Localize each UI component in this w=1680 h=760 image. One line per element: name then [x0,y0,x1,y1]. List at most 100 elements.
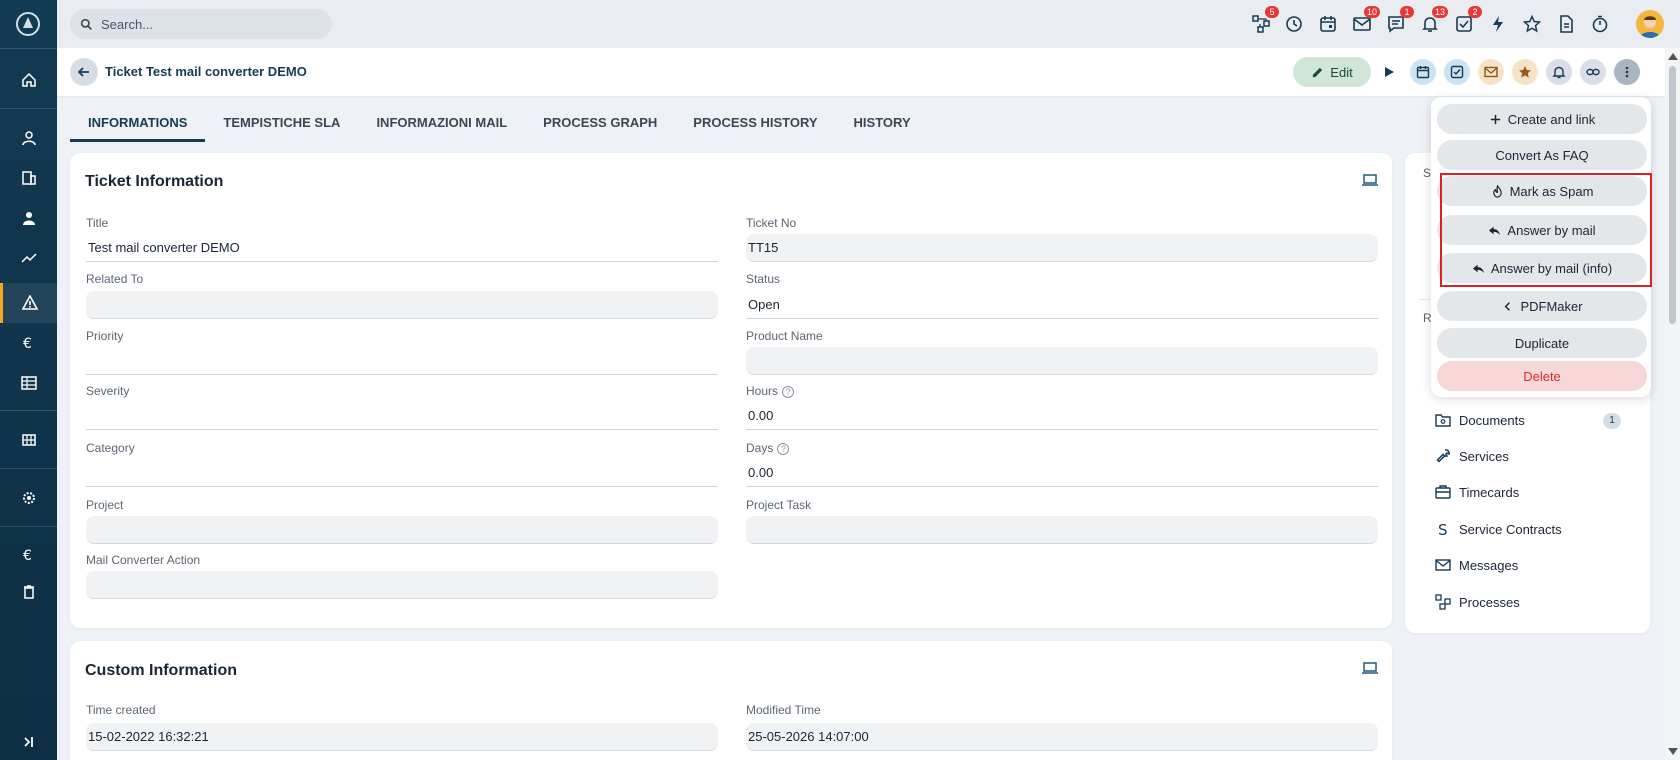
star-icon [1519,66,1531,78]
processes-button[interactable]: 5 [1249,6,1279,36]
menu-label: Delete [1523,368,1561,384]
tab-process-graph[interactable]: PROCESS GRAPH [525,104,675,142]
follow-button[interactable] [1546,59,1572,85]
pdfmaker-button[interactable]: PDFMaker [1437,291,1647,321]
envelope-icon [1484,66,1498,78]
convert-as-faq-button[interactable]: Convert As FAQ [1437,140,1647,170]
sidebar-item-leads[interactable] [0,198,57,238]
notifications-button[interactable]: 13 [1418,6,1448,36]
field-label-days: Days? [746,441,790,455]
field-priority[interactable] [86,347,718,375]
field-days[interactable]: 0.00 [746,459,1378,487]
euro-icon: € [23,548,32,563]
related-label: Service Contracts [1459,521,1562,537]
tab-informazioni-mail[interactable]: INFORMAZIONI MAIL [358,104,525,142]
more-actions-button[interactable] [1614,59,1640,85]
related-services[interactable]: Services [1435,445,1509,467]
field-modified-time[interactable]: 25-05-2026 14:07:00 [746,723,1378,751]
add-task-button[interactable] [1444,59,1470,85]
related-processes[interactable]: Processes [1435,591,1520,613]
send-email-button[interactable] [1478,59,1504,85]
sidebar-divider [0,48,57,49]
tab-history[interactable]: HISTORY [836,104,929,142]
field-project-task[interactable] [746,516,1378,544]
search-box[interactable] [70,9,332,39]
field-product-name[interactable] [746,347,1378,375]
timer-button[interactable] [1588,12,1612,36]
sidebar-item-trash[interactable] [0,572,57,612]
related-service-contracts[interactable]: S Service Contracts [1435,518,1562,540]
tasks-button[interactable]: 2 [1452,6,1482,36]
laptop-icon[interactable] [1362,174,1378,186]
search-input[interactable] [101,16,301,32]
sidebar-item-settings[interactable] [0,478,57,518]
laptop-icon[interactable] [1362,662,1378,674]
delete-button[interactable]: Delete [1437,361,1647,391]
field-time-created[interactable]: 15-02-2022 16:32:21 [86,723,718,751]
scroll-thumb[interactable] [1669,66,1676,324]
scrollbar[interactable] [1665,48,1680,760]
field-ticket-no[interactable]: TT15 [746,234,1378,262]
field-category[interactable] [86,459,718,487]
tab-informations[interactable]: INFORMATIONS [70,104,206,142]
field-label-priority: Priority [86,329,124,343]
field-related-to[interactable] [86,291,718,319]
favorite-button[interactable] [1512,59,1538,85]
field-label-ticket-no: Ticket No [746,216,797,230]
scroll-down-arrow-icon[interactable] [1668,748,1678,755]
documents-count-badge: 1 [1603,413,1621,429]
sidebar-item-contacts[interactable] [0,118,57,158]
sidebar-item-organizations[interactable] [0,158,57,198]
create-and-link-button[interactable]: Create and link [1437,104,1647,134]
sidebar-item-apps[interactable] [0,420,57,460]
related-messages[interactable]: Messages [1435,554,1518,576]
run-button[interactable] [1376,59,1402,85]
sidebar-item-reports[interactable] [0,363,57,403]
sidebar-item-invoices[interactable]: € [0,323,57,363]
menu-label: Create and link [1507,111,1596,127]
avatar[interactable] [1636,10,1664,38]
user-avatar-icon [1636,10,1664,38]
field-title[interactable]: Test mail converter DEMO [86,234,718,262]
sidebar-item-tickets[interactable] [0,283,57,323]
help-icon[interactable]: ? [782,385,795,398]
tab-tempistiche-sla[interactable]: TEMPISTICHE SLA [205,104,358,142]
related-documents[interactable]: Documents [1435,409,1525,431]
sidebar-divider [0,410,57,411]
field-project[interactable] [86,516,718,544]
related-timecards[interactable]: Timecards [1435,481,1519,503]
folder-icon [1435,414,1451,427]
sidebar-item-sales[interactable] [0,238,57,278]
field-label-modified-time: Modified Time [746,703,821,717]
scroll-up-arrow-icon[interactable] [1668,53,1678,60]
sidebar-expand[interactable] [0,722,57,760]
quick-actions-button[interactable] [1486,12,1510,36]
kebab-menu-icon [1625,66,1629,78]
sidebar-item-home[interactable] [0,60,57,100]
documents-button[interactable] [1554,12,1578,36]
link-button[interactable] [1580,59,1606,85]
calendar-button[interactable] [1316,12,1340,36]
history-button[interactable] [1282,12,1306,36]
wrench-icon [1436,449,1450,463]
favorites-button[interactable] [1520,12,1544,36]
back-button[interactable] [70,58,98,86]
mail-button[interactable]: 10 [1350,6,1380,36]
tab-process-history[interactable]: PROCESS HISTORY [675,104,835,142]
field-hours[interactable]: 0.00 [746,402,1378,430]
field-label-project: Project [86,498,124,512]
help-icon[interactable]: ? [777,442,790,455]
field-status[interactable]: Open [746,291,1378,319]
comments-button[interactable]: 1 [1384,6,1414,36]
record-tabs: INFORMATIONS TEMPISTICHE SLA INFORMAZION… [70,104,929,142]
add-event-button[interactable] [1410,59,1436,85]
app-logo[interactable] [14,10,42,38]
page-title: Ticket Test mail converter DEMO [105,64,307,79]
edit-button[interactable]: Edit [1293,57,1371,87]
related-label: Services [1459,448,1509,464]
sidebar-item-billing[interactable]: € [0,535,57,575]
field-severity[interactable] [86,402,718,430]
field-mail-converter-action[interactable] [86,571,718,599]
duplicate-button[interactable]: Duplicate [1437,328,1647,358]
field-label-related-to: Related To [86,272,144,286]
